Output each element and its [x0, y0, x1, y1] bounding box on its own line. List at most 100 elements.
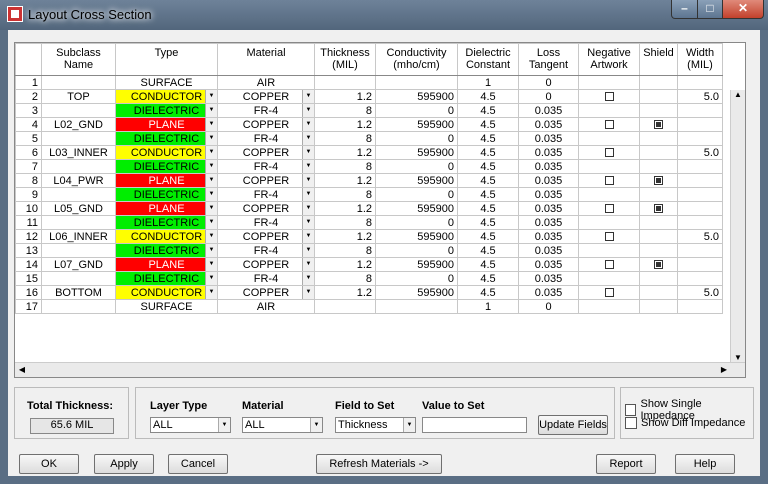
material-cell[interactable]: FR-4 ▼: [217, 187, 315, 202]
chevron-down-icon[interactable]: ▼: [310, 418, 322, 432]
table-row[interactable]: 9 DIELECTRIC ▼ FR-4 ▼ 8 0 4.5 0.035: [15, 187, 723, 202]
chevron-down-icon[interactable]: ▼: [205, 160, 217, 173]
width-cell[interactable]: [677, 75, 723, 90]
dielectric-constant-cell[interactable]: 4.5: [457, 229, 519, 244]
type-cell[interactable]: CONDUCTOR ▼: [115, 285, 218, 300]
dielectric-constant-cell[interactable]: 4.5: [457, 215, 519, 230]
chevron-down-icon[interactable]: ▼: [302, 188, 314, 201]
column-header[interactable]: Dielectric Constant: [457, 43, 519, 76]
type-cell[interactable]: DIELECTRIC ▼: [115, 271, 218, 286]
negative-artwork-cell[interactable]: [578, 285, 640, 300]
loss-tangent-cell[interactable]: 0.035: [518, 201, 579, 216]
negative-artwork-cell[interactable]: [578, 257, 640, 272]
material-cell[interactable]: COPPER ▼: [217, 173, 315, 188]
table-row[interactable]: 3 DIELECTRIC ▼ FR-4 ▼ 8 0 4.5 0.035: [15, 103, 723, 118]
title-bar[interactable]: Layout Cross Section – □ ✕: [0, 0, 768, 30]
chevron-down-icon[interactable]: ▼: [205, 146, 217, 159]
material-cell[interactable]: AIR: [217, 299, 315, 314]
thickness-cell[interactable]: 1.2: [314, 173, 376, 188]
type-cell[interactable]: SURFACE: [115, 75, 218, 90]
dielectric-constant-cell[interactable]: 4.5: [457, 103, 519, 118]
material-cell[interactable]: COPPER ▼: [217, 201, 315, 216]
material-cell[interactable]: COPPER ▼: [217, 229, 315, 244]
loss-tangent-cell[interactable]: 0.035: [518, 243, 579, 258]
shield-cell[interactable]: [639, 215, 678, 230]
table-row[interactable]: 6 L03_INNER CONDUCTOR ▼ COPPER ▼ 1.2 595900 4.5 0…: [15, 145, 723, 160]
negative-artwork-cell[interactable]: [578, 103, 640, 118]
conductivity-cell[interactable]: 0: [375, 271, 458, 286]
chevron-down-icon[interactable]: ▼: [302, 146, 314, 159]
width-cell[interactable]: [677, 243, 723, 258]
type-cell[interactable]: DIELECTRIC ▼: [115, 187, 218, 202]
dielectric-constant-cell[interactable]: 4.5: [457, 257, 519, 272]
subclass-name-cell[interactable]: L02_GND: [41, 117, 116, 132]
table-row[interactable]: 11 DIELECTRIC ▼ FR-4 ▼ 8 0 4.5 0.035: [15, 215, 723, 230]
scroll-right-icon[interactable]: ▶: [717, 365, 731, 374]
subclass-name-cell[interactable]: L06_INNER: [41, 229, 116, 244]
type-cell[interactable]: DIELECTRIC ▼: [115, 243, 218, 258]
table-row[interactable]: 10 L05_GND PLANE ▼ COPPER ▼ 1.2 595900 4.5 0.035: [15, 201, 723, 216]
conductivity-cell[interactable]: 595900: [375, 257, 458, 272]
width-cell[interactable]: 5.0: [677, 229, 723, 244]
negative-artwork-checkbox-icon[interactable]: [604, 92, 614, 102]
dielectric-constant-cell[interactable]: 4.5: [457, 131, 519, 146]
chevron-down-icon[interactable]: ▼: [403, 418, 415, 432]
negative-artwork-cell[interactable]: [578, 145, 640, 160]
dielectric-constant-cell[interactable]: 4.5: [457, 89, 519, 104]
chevron-down-icon[interactable]: ▼: [205, 272, 217, 285]
negative-artwork-cell[interactable]: [578, 215, 640, 230]
shield-cell[interactable]: [639, 243, 678, 258]
type-cell[interactable]: CONDUCTOR ▼: [115, 145, 218, 160]
chevron-down-icon[interactable]: ▼: [302, 230, 314, 243]
shield-cell[interactable]: [639, 285, 678, 300]
subclass-name-cell[interactable]: [41, 75, 116, 90]
negative-artwork-cell[interactable]: [578, 89, 640, 104]
subclass-name-cell[interactable]: L04_PWR: [41, 173, 116, 188]
material-cell[interactable]: FR-4 ▼: [217, 159, 315, 174]
subclass-name-cell[interactable]: L07_GND: [41, 257, 116, 272]
table-row[interactable]: 5 DIELECTRIC ▼ FR-4 ▼ 8 0 4.5 0.035: [15, 131, 723, 146]
chevron-down-icon[interactable]: ▼: [205, 230, 217, 243]
loss-tangent-cell[interactable]: 0.035: [518, 187, 579, 202]
thickness-cell[interactable]: 8: [314, 187, 376, 202]
shield-cell[interactable]: [639, 75, 678, 90]
chevron-down-icon[interactable]: ▼: [302, 160, 314, 173]
conductivity-cell[interactable]: 0: [375, 131, 458, 146]
conductivity-cell[interactable]: 595900: [375, 173, 458, 188]
material-cell[interactable]: FR-4 ▼: [217, 215, 315, 230]
column-header[interactable]: Type: [115, 43, 218, 76]
material-select[interactable]: ALL ▼: [242, 417, 323, 433]
shield-checkbox-icon[interactable]: [654, 260, 663, 270]
negative-artwork-checkbox-icon[interactable]: [604, 176, 614, 186]
material-cell[interactable]: FR-4 ▼: [217, 103, 315, 118]
help-button[interactable]: Help: [675, 454, 735, 474]
conductivity-cell[interactable]: [375, 75, 458, 90]
negative-artwork-cell[interactable]: [578, 75, 640, 90]
width-cell[interactable]: [677, 103, 723, 118]
table-row[interactable]: 8 L04_PWR PLANE ▼ COPPER ▼ 1.2 595900 4.5 0.035: [15, 173, 723, 188]
loss-tangent-cell[interactable]: 0: [518, 89, 579, 104]
type-cell[interactable]: PLANE ▼: [115, 201, 218, 216]
loss-tangent-cell[interactable]: 0.035: [518, 215, 579, 230]
thickness-cell[interactable]: 1.2: [314, 201, 376, 216]
shield-cell[interactable]: [639, 89, 678, 104]
loss-tangent-cell[interactable]: 0.035: [518, 257, 579, 272]
update-fields-button[interactable]: Update Fields: [538, 415, 608, 435]
negative-artwork-checkbox-icon[interactable]: [604, 204, 614, 214]
negative-artwork-cell[interactable]: [578, 173, 640, 188]
shield-cell[interactable]: [639, 201, 678, 216]
chevron-down-icon[interactable]: ▼: [205, 90, 217, 103]
conductivity-cell[interactable]: 0: [375, 103, 458, 118]
chevron-down-icon[interactable]: ▼: [205, 216, 217, 229]
thickness-cell[interactable]: 8: [314, 159, 376, 174]
chevron-down-icon[interactable]: ▼: [205, 286, 217, 299]
column-header[interactable]: Shield: [639, 43, 678, 76]
width-cell[interactable]: [677, 257, 723, 272]
loss-tangent-cell[interactable]: 0.035: [518, 103, 579, 118]
thickness-cell[interactable]: 1.2: [314, 117, 376, 132]
layer-type-select[interactable]: ALL ▼: [150, 417, 231, 433]
dielectric-constant-cell[interactable]: 4.5: [457, 201, 519, 216]
loss-tangent-cell[interactable]: 0.035: [518, 173, 579, 188]
table-row[interactable]: 12 L06_INNER CONDUCTOR ▼ COPPER ▼ 1.2 595900 4.5…: [15, 229, 723, 244]
type-cell[interactable]: DIELECTRIC ▼: [115, 159, 218, 174]
